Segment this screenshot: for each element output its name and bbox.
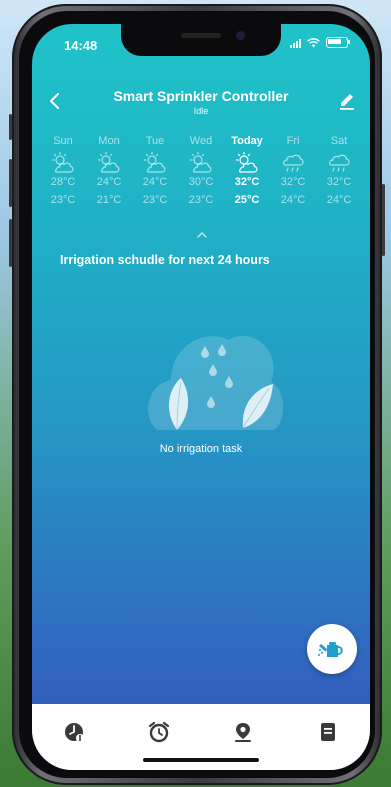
rain-icon [329, 154, 350, 172]
nav-timer-tab[interactable] [143, 718, 175, 746]
schedule-title: Irrigation schudle for next 24 hours [60, 253, 270, 267]
weather-day: Mon 24°C 21°C [86, 135, 132, 206]
low-temperature: 23°C [188, 194, 214, 206]
power-button [382, 184, 385, 256]
app-screen: 14:48 Smart Sprinkler Controller Idle Su… [32, 24, 370, 770]
partly-cloudy-icon [143, 151, 166, 173]
home-indicator [143, 758, 259, 762]
volume-down-button [9, 219, 12, 267]
status-time: 14:48 [64, 38, 98, 53]
partly-cloudy-icon [51, 151, 74, 173]
low-temperature: 24°C [280, 194, 306, 206]
weather-day: Today 32°C 25°C [224, 135, 270, 206]
high-temperature: 30°C [188, 176, 214, 188]
front-camera [236, 31, 245, 40]
empty-schedule-illustration [148, 335, 283, 430]
day-label: Sat [330, 135, 348, 147]
high-temperature: 24°C [142, 176, 168, 188]
nav-location-tab[interactable] [227, 718, 259, 746]
page-title: Smart Sprinkler Controller [113, 88, 289, 104]
weather-day: Fri 32°C 24°C [270, 135, 316, 206]
location-pin-icon [235, 723, 252, 742]
partly-cloudy-icon [235, 151, 258, 173]
low-temperature: 25°C [234, 194, 260, 206]
weather-day: Wed 30°C 23°C [178, 135, 224, 206]
day-label: Sun [53, 135, 73, 147]
nav-log-tab[interactable] [312, 718, 344, 746]
wifi-icon [307, 37, 320, 47]
nav-schedule-tab[interactable] [58, 718, 90, 746]
day-label: Fri [286, 135, 300, 147]
high-temperature: 24°C [96, 176, 122, 188]
volume-up-button [9, 159, 12, 207]
phone-frame: 14:48 Smart Sprinkler Controller Idle Su… [9, 4, 385, 785]
day-label: Wed [189, 135, 213, 147]
status-icons [290, 37, 350, 48]
rain-icon [283, 154, 304, 172]
weather-day: Sat 32°C 24°C [316, 135, 362, 206]
day-label: Today [231, 135, 263, 147]
high-temperature: 32°C [326, 176, 352, 188]
alarm-clock-icon [148, 721, 169, 743]
empty-state-text: No irrigation task [159, 443, 243, 455]
partly-cloudy-icon [97, 151, 120, 173]
clock-icon [65, 723, 85, 742]
device-status: Idle [193, 106, 209, 116]
mute-switch [9, 114, 12, 140]
low-temperature: 23°C [142, 194, 168, 206]
edit-icon[interactable] [336, 90, 358, 112]
signal-icon [290, 38, 301, 48]
low-temperature: 23°C [50, 194, 76, 206]
high-temperature: 28°C [50, 176, 76, 188]
weather-day: Sun 28°C 23°C [40, 135, 86, 206]
weather-day: Tue 24°C 23°C [132, 135, 178, 206]
low-temperature: 24°C [326, 194, 352, 206]
watering-can-icon [318, 642, 343, 657]
day-label: Tue [145, 135, 165, 147]
earpiece-speaker [181, 33, 221, 38]
high-temperature: 32°C [234, 176, 260, 188]
notch [121, 24, 281, 56]
day-label: Mon [98, 135, 120, 147]
low-temperature: 21°C [96, 194, 122, 206]
document-icon [320, 723, 335, 741]
partly-cloudy-icon [189, 151, 212, 173]
battery-icon [326, 37, 350, 48]
weather-forecast: Sun 28°C 23°C Mon 24°C 21°C Tue 24°C 23°C Wed 30°C… [40, 135, 362, 206]
manual-watering-button[interactable] [307, 624, 357, 674]
high-temperature: 32°C [280, 176, 306, 188]
collapse-chevron-icon[interactable] [196, 231, 208, 239]
